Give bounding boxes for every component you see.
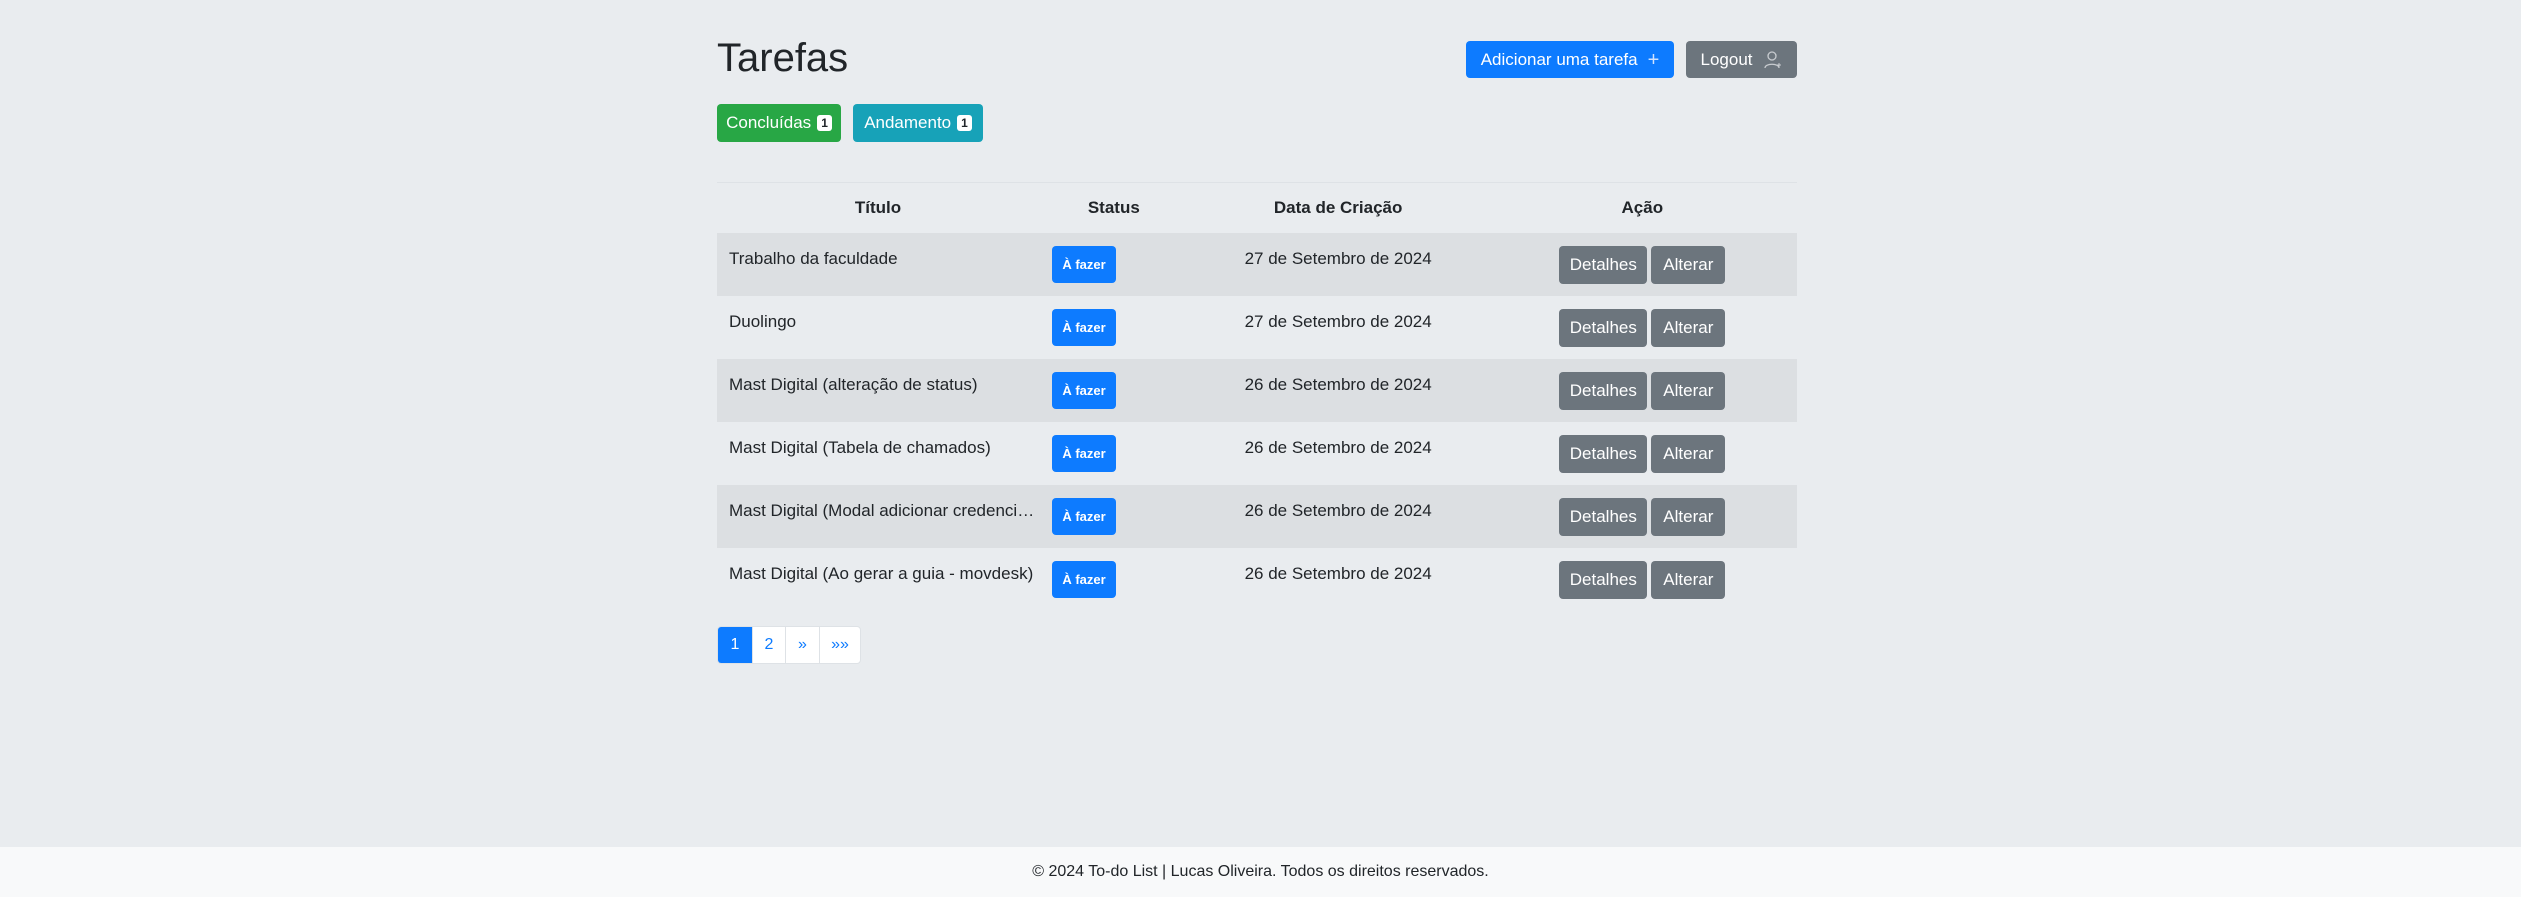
task-title: Mast Digital (Tabela de chamados) (729, 437, 991, 457)
page-title: Tarefas (717, 36, 849, 80)
pagination: 1 2 » »» (717, 626, 861, 664)
filter-concluidas-button[interactable]: Concluídas 1 (717, 104, 841, 142)
add-task-button[interactable]: Adicionar uma tarefa + (1466, 41, 1674, 78)
header-acao: Ação (1487, 182, 1797, 233)
details-button[interactable]: Detalhes (1559, 245, 1648, 284)
status-badge[interactable]: À fazer (1052, 308, 1116, 346)
header-data: Data de Criação (1188, 182, 1488, 233)
table-row: Duolingo À fazer 27 de Setembro de 2024 … (717, 296, 1797, 359)
details-button[interactable]: Detalhes (1559, 308, 1648, 347)
next-page-link[interactable]: » (786, 627, 820, 663)
table-body: Trabalho da faculdade À fazer 27 de Sete… (717, 232, 1797, 611)
filter-andamento-button[interactable]: Andamento 1 (853, 104, 983, 142)
task-date: 26 de Setembro de 2024 (1244, 437, 1432, 457)
status-badge[interactable]: À fazer (1052, 245, 1116, 283)
edit-button[interactable]: Alterar (1651, 245, 1726, 284)
details-button[interactable]: Detalhes (1559, 434, 1648, 473)
task-title: Mast Digital (alteração de status) (729, 374, 978, 394)
edit-button[interactable]: Alterar (1651, 497, 1726, 536)
header-titulo: Título (717, 182, 1039, 233)
status-badge[interactable]: À fazer (1052, 560, 1116, 598)
last-page-link[interactable]: »» (820, 627, 860, 663)
table-row: Trabalho da faculdade À fazer 27 de Sete… (717, 232, 1797, 296)
logout-label: Logout (1700, 49, 1753, 69)
row-actions: Detalhes Alterar (1559, 434, 1726, 473)
task-date: 26 de Setembro de 2024 (1244, 500, 1432, 520)
footer: © 2024 To-do List | Lucas Oliveira. Todo… (0, 847, 2521, 897)
task-title: Mast Digital (Ao gerar a guia - movdesk) (729, 563, 1034, 583)
details-button[interactable]: Detalhes (1559, 560, 1648, 599)
status-badge[interactable]: À fazer (1052, 371, 1116, 409)
row-actions: Detalhes Alterar (1559, 560, 1726, 599)
header-status: Status (1039, 182, 1189, 233)
tasks-table: Título Status Data de Criação Ação Traba… (717, 182, 1797, 611)
concluidas-count-badge: 1 (817, 115, 832, 131)
filter-concluidas-label: Concluídas (726, 113, 812, 132)
header: Tarefas Adicionar uma tarefa + Logout Co… (717, 0, 1797, 142)
plus-icon: + (1647, 48, 1660, 71)
row-actions: Detalhes Alterar (1559, 245, 1726, 284)
details-button[interactable]: Detalhes (1559, 371, 1648, 410)
edit-button[interactable]: Alterar (1651, 308, 1726, 347)
table-row: Mast Digital (Tabela de chamados) À faze… (717, 422, 1797, 485)
row-actions: Detalhes Alterar (1559, 371, 1726, 410)
edit-button[interactable]: Alterar (1651, 434, 1726, 473)
row-actions: Detalhes Alterar (1559, 308, 1726, 347)
task-date: 26 de Setembro de 2024 (1244, 563, 1432, 583)
row-actions: Detalhes Alterar (1559, 497, 1726, 536)
table-header: Título Status Data de Criação Ação (717, 182, 1797, 233)
edit-button[interactable]: Alterar (1651, 560, 1726, 599)
edit-button[interactable]: Alterar (1651, 371, 1726, 410)
task-date: 27 de Setembro de 2024 (1244, 311, 1432, 331)
filter-andamento-label: Andamento (864, 113, 952, 132)
task-date: 27 de Setembro de 2024 (1244, 248, 1432, 268)
user-icon (1763, 50, 1783, 70)
task-title: Trabalho da faculdade (729, 248, 898, 268)
add-task-label: Adicionar uma tarefa (1480, 49, 1638, 69)
status-badge[interactable]: À fazer (1052, 434, 1116, 472)
details-button[interactable]: Detalhes (1559, 497, 1648, 536)
task-title: Duolingo (729, 311, 797, 331)
main-container: Tarefas Adicionar uma tarefa + Logout Co… (717, 0, 1797, 664)
footer-text: © 2024 To-do List | Lucas Oliveira. Todo… (1032, 863, 1489, 880)
filter-buttons: Concluídas 1 Andamento 1 (717, 104, 983, 142)
logout-button[interactable]: Logout (1686, 41, 1797, 78)
task-title: Mast Digital (Modal adicionar credencia.… (729, 500, 1039, 520)
table-row: Mast Digital (Modal adicionar credencia.… (717, 484, 1797, 548)
table-row: Mast Digital (Ao gerar a guia - movdesk)… (717, 548, 1797, 611)
status-badge[interactable]: À fazer (1052, 497, 1116, 535)
page-1-link[interactable]: 1 (718, 627, 753, 663)
task-date: 26 de Setembro de 2024 (1244, 374, 1432, 394)
page-2-link[interactable]: 2 (753, 627, 786, 663)
andamento-count-badge: 1 (957, 115, 972, 131)
table-row: Mast Digital (alteração de status) À faz… (717, 358, 1797, 422)
